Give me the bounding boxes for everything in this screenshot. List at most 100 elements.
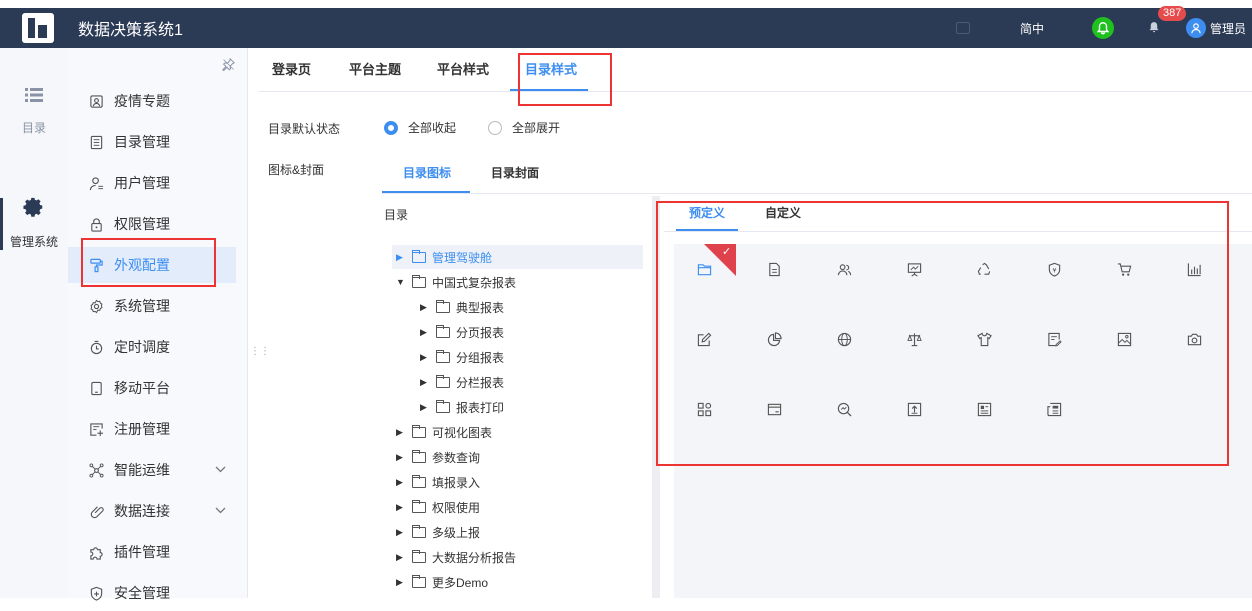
list-icon [25, 88, 43, 102]
menu-item-security[interactable]: 安全管理 [68, 575, 236, 611]
menu-label: 智能运维 [114, 462, 170, 478]
tree-node[interactable]: ▶ 报表打印 [420, 395, 504, 419]
caret-right-icon[interactable]: ▶ [396, 252, 406, 263]
menu-item-system-mgmt[interactable]: 系统管理 [68, 288, 236, 324]
caret-right-icon[interactable]: ▶ [396, 577, 406, 588]
radio-expand-all[interactable]: 全部展开 [488, 119, 560, 136]
tree-node[interactable]: ▶ 权限使用 [396, 495, 480, 519]
green-bell-icon[interactable] [1091, 17, 1114, 39]
shield-icon [88, 585, 104, 601]
user-name[interactable]: 管理员 [1210, 20, 1246, 37]
menu-label: 安全管理 [114, 585, 170, 601]
menu-label: 权限管理 [114, 216, 170, 232]
caret-right-icon[interactable]: ▶ [420, 352, 430, 363]
folder-icon [412, 424, 426, 438]
folder-icon [436, 299, 450, 313]
radio-collapse-all[interactable]: 全部收起 [384, 119, 456, 136]
tab-platform-theme[interactable]: 平台主题 [349, 48, 401, 92]
app-logo[interactable] [22, 13, 54, 43]
menu-item-epidemic[interactable]: 疫情专题 [68, 83, 236, 119]
nav-management-system[interactable]: 管理系统 [0, 196, 68, 250]
menu-label: 定时调度 [114, 339, 170, 355]
radio-unchecked-icon [488, 120, 502, 135]
caret-right-icon[interactable]: ▶ [396, 427, 406, 438]
highlight-box-icon-grid [656, 201, 1229, 466]
pin-icon[interactable] [222, 57, 236, 74]
menu-label: 移动平台 [114, 380, 170, 396]
nav-management-label: 管理系统 [9, 235, 58, 249]
tree-node[interactable]: ▶ 多级上报 [396, 520, 480, 544]
appearance-tabs: 登录页 平台主题 平台样式 目录样式 [258, 48, 1252, 92]
folder-icon [436, 349, 450, 363]
user-avatar-icon[interactable] [1185, 18, 1206, 38]
register-icon [88, 421, 104, 437]
highlight-box-directory-style-tab [518, 53, 612, 106]
subtab-directory-icon[interactable]: 目录图标 [403, 160, 451, 194]
tree-node[interactable]: ▶ 分栏报表 [420, 370, 504, 394]
bell-icon [1149, 21, 1159, 32]
caret-down-icon[interactable]: ▼ [396, 277, 406, 287]
menu-label: 插件管理 [114, 544, 170, 560]
caret-right-icon[interactable]: ▶ [396, 477, 406, 488]
caret-right-icon[interactable]: ▶ [396, 502, 406, 513]
chevron-down-icon[interactable] [215, 464, 226, 476]
menu-item-data-connection[interactable]: 数据连接 [68, 493, 236, 529]
folder-icon [436, 374, 450, 388]
tree-node[interactable]: ▶ 大数据分析报告 [396, 545, 516, 569]
folder-icon [412, 524, 426, 538]
tree-node[interactable]: ▶ 参数查询 [396, 445, 480, 469]
subtab-directory-cover[interactable]: 目录封面 [491, 160, 539, 194]
caret-right-icon[interactable]: ▶ [420, 402, 430, 413]
tree-header: 目录 [384, 208, 409, 222]
tablet-icon [88, 380, 104, 396]
caret-right-icon[interactable]: ▶ [396, 527, 406, 538]
list-doc-icon [88, 134, 104, 150]
caret-right-icon[interactable]: ▶ [420, 377, 430, 388]
menu-label: 疫情专题 [114, 93, 170, 109]
tree-node[interactable]: ▶ 分组报表 [420, 345, 504, 369]
tree-node[interactable]: ▶ 填报录入 [396, 470, 480, 494]
folder-icon [412, 574, 426, 588]
menu-item-user-mgmt[interactable]: 用户管理 [68, 165, 236, 201]
radio-checked-icon [384, 120, 398, 135]
caret-right-icon[interactable]: ▶ [396, 552, 406, 563]
tab-login-page[interactable]: 登录页 [272, 48, 311, 92]
top-bar: 数据决策系统1 简中 387 管理员 [0, 5, 1252, 48]
subtab-active-underline [382, 191, 470, 193]
nav-directory[interactable]: 目录 [0, 86, 68, 136]
tree-node[interactable]: ▶ 可视化图表 [396, 420, 492, 444]
folder-icon [412, 274, 426, 288]
folder-icon [412, 249, 426, 263]
tree-node[interactable]: ▶ 管理驾驶舱 [392, 245, 643, 269]
user-icon [88, 175, 104, 191]
menu-label: 系统管理 [114, 298, 170, 314]
tree-node[interactable]: ▶ 典型报表 [420, 295, 504, 319]
menu-item-smart-ops[interactable]: 智能运维 [68, 452, 236, 488]
highlight-box-appearance [81, 238, 216, 287]
radio-expand-label: 全部展开 [512, 121, 561, 135]
top-strip [0, 0, 1252, 8]
menu-item-directory-mgmt[interactable]: 目录管理 [68, 124, 236, 160]
caret-right-icon[interactable]: ▶ [420, 327, 430, 338]
menu-item-mobile[interactable]: 移动平台 [68, 370, 236, 406]
caret-right-icon[interactable]: ▶ [396, 452, 406, 463]
menu-item-plugin[interactable]: 插件管理 [68, 534, 236, 570]
notification-bell[interactable]: 387 [1148, 5, 1187, 37]
tree-node[interactable]: ▼ 中国式复杂报表 [396, 270, 516, 294]
tree-node[interactable]: ▶ 更多Demo [396, 570, 488, 594]
language-switch[interactable]: 简中 [1020, 20, 1044, 37]
caret-right-icon[interactable]: ▶ [420, 302, 430, 313]
monitor-icon[interactable] [955, 22, 970, 34]
ops-icon [88, 462, 104, 478]
nav-directory-label: 目录 [21, 121, 46, 135]
tree-node[interactable]: ▶ 分页报表 [420, 320, 504, 344]
tab-platform-style[interactable]: 平台样式 [437, 48, 489, 92]
menu-item-register[interactable]: 注册管理 [68, 411, 236, 447]
chevron-down-icon[interactable] [215, 505, 226, 517]
folder-icon [436, 324, 450, 338]
menu-item-permission[interactable]: 权限管理 [68, 206, 236, 242]
menu-item-schedule[interactable]: 定时调度 [68, 329, 236, 365]
puzzle-icon [88, 544, 104, 560]
icon-cover-subtabs: 目录图标 目录封面 [382, 160, 1252, 194]
notification-badge: 387 [1157, 5, 1187, 21]
